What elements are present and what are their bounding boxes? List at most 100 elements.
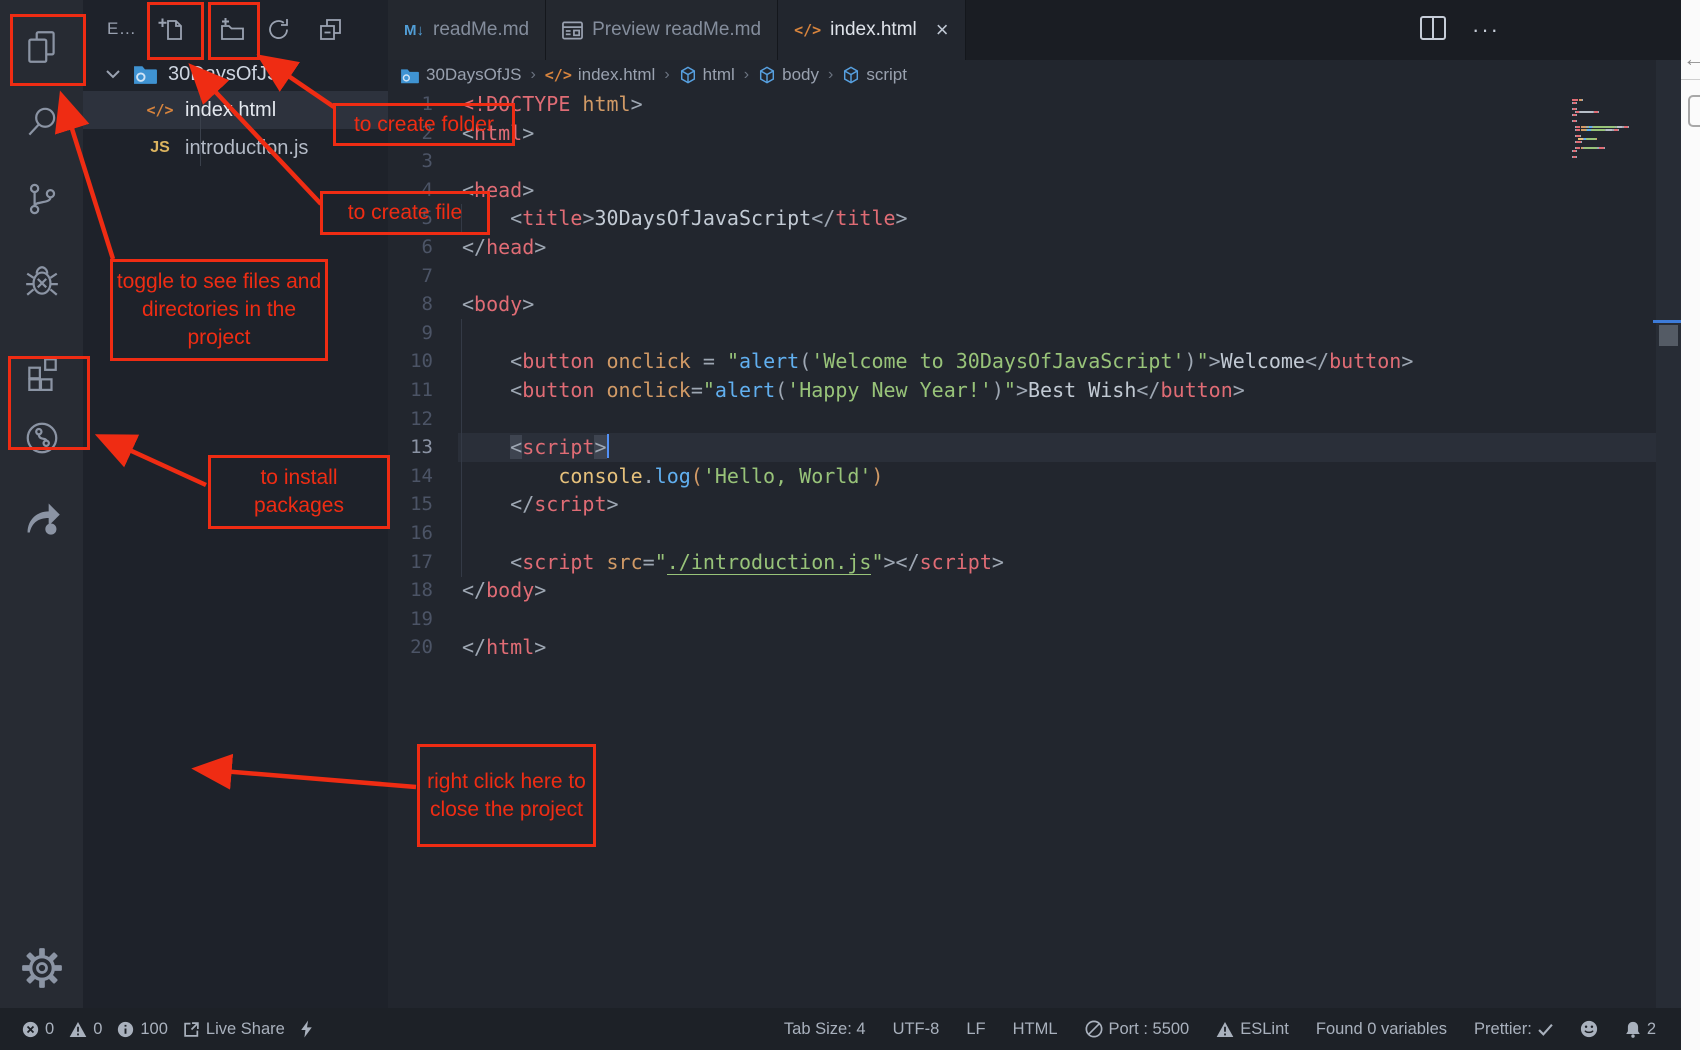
code-line-4: <head>: [462, 176, 1413, 205]
line-number: 7: [388, 262, 433, 291]
settings-gear-icon[interactable]: [0, 938, 83, 998]
code-line-19: [462, 605, 1413, 634]
annotation-install-packages: to install packages: [208, 455, 390, 529]
folder-icon: [400, 67, 420, 84]
breadcrumb-separator: ›: [828, 66, 833, 84]
status-item-port-5500[interactable]: Port : 5500: [1085, 1020, 1190, 1039]
vscode-window: E… 30DaysOfJS </>index.htmlJSintroductio…: [0, 0, 1700, 1050]
node-cube-icon: [842, 66, 860, 84]
line-number: 6: [388, 233, 433, 262]
line-number: 18: [388, 576, 433, 605]
node-cube-icon: [679, 66, 697, 84]
status-item-2[interactable]: 2: [1625, 1020, 1656, 1039]
line-number: 19: [388, 605, 433, 634]
line-number-gutter: 1234567891011121314151617181920: [388, 90, 433, 662]
js-file-icon: JS: [150, 139, 170, 157]
annotation-box-new-folder-icon: [208, 2, 260, 60]
annotation-box-extensions-icon: [8, 356, 90, 450]
annotation-create-folder: to create folder: [333, 103, 515, 146]
collapse-all-icon[interactable]: [315, 14, 345, 44]
status-item-lf[interactable]: LF: [966, 1020, 985, 1039]
status-item-live-share[interactable]: Live Share: [183, 1020, 285, 1039]
status-bar: 00 100 Live Share Tab Size: 4 UTF-8 LF HTML Po…: [0, 1008, 1700, 1050]
line-number: 9: [388, 319, 433, 348]
tree-folder-row[interactable]: 30DaysOfJS: [83, 57, 388, 91]
split-editor-icon[interactable]: [1420, 16, 1446, 45]
status-item-eslint[interactable]: ESLint: [1216, 1020, 1289, 1039]
share-icon[interactable]: [0, 488, 83, 548]
code-line-11: <button onclick="alert('Happy New Year!'…: [462, 376, 1413, 405]
breadcrumb-separator: ›: [530, 66, 535, 84]
breadcrumb-item-index-html[interactable]: </>index.html: [545, 65, 656, 85]
scrollbar-track[interactable]: [1656, 60, 1681, 1008]
status-item-zap[interactable]: [300, 1020, 313, 1038]
breadcrumb-item-html[interactable]: html: [679, 65, 735, 85]
panel-button-outline: [1688, 95, 1700, 127]
annotation-create-file: to create file: [320, 191, 490, 235]
source-control-icon[interactable]: [0, 169, 83, 229]
annotation-close-project: right click here to close the project: [417, 744, 596, 847]
tree-indent-guide: [200, 92, 201, 166]
annotation-box-explorer-icon: [10, 14, 86, 86]
breadcrumb-separator: ›: [664, 66, 669, 84]
tab-preview-readme-md[interactable]: Preview readMe.md: [546, 0, 778, 60]
code-line-1: <!DOCTYPE html>: [462, 90, 1413, 119]
status-right: Tab Size: 4 UTF-8 LF HTML Port : 5500 ESLint F…: [784, 1020, 1656, 1039]
status-item-0[interactable]: 0: [22, 1020, 54, 1039]
more-actions-icon[interactable]: ···: [1472, 17, 1500, 43]
divider: [1681, 79, 1700, 80]
breadcrumb-separator: ›: [744, 66, 749, 84]
line-number: 12: [388, 405, 433, 434]
breadcrumb-item-script[interactable]: script: [842, 65, 907, 85]
status-item-found-0-variables[interactable]: Found 0 variables: [1316, 1020, 1447, 1039]
code-line-15: </script>: [462, 490, 1413, 519]
code-line-17: <script src="./introduction.js"></script…: [462, 548, 1413, 577]
html-file-icon: </>: [794, 21, 821, 39]
html-file-icon: </>: [146, 101, 173, 119]
tab-readme-md[interactable]: M↓readMe.md: [388, 0, 546, 60]
code-line-6: </head>: [462, 233, 1413, 262]
explorer-title: E…: [107, 19, 136, 39]
status-item-utf-8[interactable]: UTF-8: [893, 1020, 940, 1039]
line-number: 17: [388, 548, 433, 577]
scrollbar-thumb[interactable]: [1659, 325, 1678, 346]
annotation-toggle-explorer: toggle to see files and directories in t…: [110, 259, 328, 361]
code-line-12: [462, 405, 1413, 434]
status-item-html[interactable]: HTML: [1013, 1020, 1058, 1039]
search-icon[interactable]: [0, 92, 83, 152]
code-line-2: <html>: [462, 119, 1413, 148]
code-line-9: [462, 319, 1413, 348]
status-item-0[interactable]: 0: [69, 1020, 102, 1039]
status-item-smiley[interactable]: [1580, 1020, 1598, 1038]
text-cursor: [607, 434, 610, 458]
code-line-20: </html>: [462, 633, 1413, 662]
status-item-tab-size-4[interactable]: Tab Size: 4: [784, 1020, 866, 1039]
preview-icon: [562, 21, 583, 40]
line-number: 16: [388, 519, 433, 548]
back-arrow-icon[interactable]: ←: [1683, 46, 1700, 72]
line-number: 11: [388, 376, 433, 405]
code-line-16: [462, 519, 1413, 548]
minimap[interactable]: [1572, 99, 1654, 159]
overview-ruler-cursor-marker: [1653, 320, 1681, 323]
refresh-icon[interactable]: [263, 14, 293, 44]
line-number: 13: [388, 433, 433, 462]
breadcrumb-item-body[interactable]: body: [758, 65, 819, 85]
annotation-box-new-file-icon: [147, 2, 204, 60]
code-line-3: [462, 147, 1413, 176]
tab-close-icon[interactable]: ×: [936, 19, 949, 41]
status-item-100[interactable]: 100: [117, 1020, 168, 1039]
breadcrumb-item-30daysofjs[interactable]: 30DaysOfJS: [400, 65, 521, 85]
code-line-5: <title>30DaysOfJavaScript</title>: [462, 204, 1413, 233]
html-file-icon: </>: [545, 66, 572, 84]
right-edge-panel: ←: [1681, 0, 1700, 1050]
code-line-7: [462, 262, 1413, 291]
tab-index-html[interactable]: </>index.html×: [778, 0, 966, 60]
line-number: 10: [388, 347, 433, 376]
line-number: 3: [388, 147, 433, 176]
code-editor[interactable]: <!DOCTYPE html><html> <head> <title>30Da…: [462, 90, 1413, 662]
status-item-prettier-[interactable]: Prettier:: [1474, 1020, 1553, 1039]
run-debug-icon[interactable]: [0, 251, 83, 311]
breadcrumb: 30DaysOfJS › </>index.html › html › body › scrip…: [388, 60, 1570, 90]
code-line-8: <body>: [462, 290, 1413, 319]
